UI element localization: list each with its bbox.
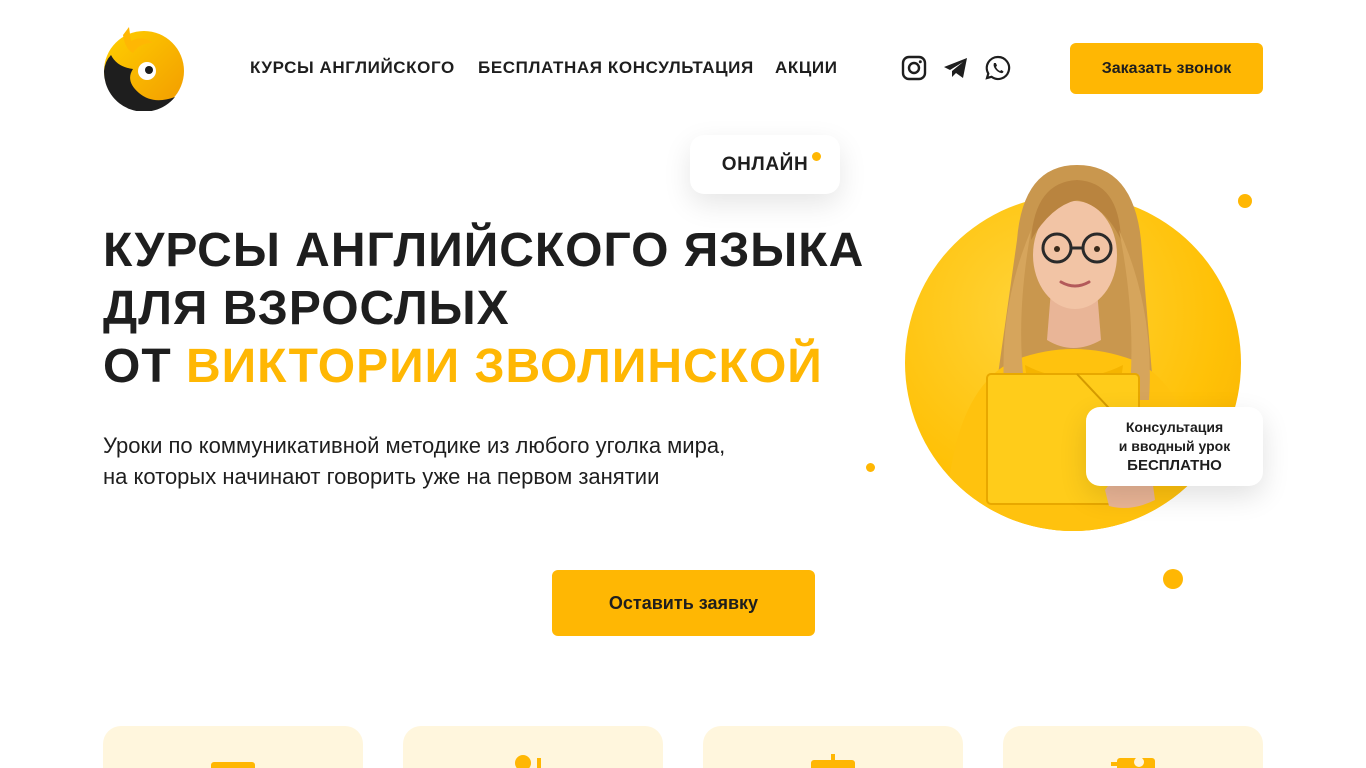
logo[interactable]: [103, 27, 185, 111]
free-consultation-badge: Консультация и вводный урок БЕСПЛАТНО: [1086, 407, 1263, 486]
hero-subtitle-line2: на которых начинают говорить уже на перв…: [103, 464, 660, 489]
consult-line1: Консультация: [1125, 419, 1224, 435]
hero-title-line3-prefix: ОТ: [103, 340, 186, 393]
instagram-icon[interactable]: [901, 55, 927, 81]
nav-item-consultation[interactable]: БЕСПЛАТНАЯ КОНСУЛЬТАЦИЯ: [478, 58, 754, 78]
consult-line2: и вводный урок: [1118, 438, 1231, 454]
hero-title-line2: ДЛЯ ВЗРОСЛЫХ: [103, 282, 510, 335]
whatsapp-icon[interactable]: [985, 55, 1011, 81]
online-badge-label: ОНЛАЙН: [721, 153, 809, 175]
nav-item-courses[interactable]: КУРСЫ АНГЛИЙСКОГО: [250, 58, 455, 78]
online-dot: [812, 152, 821, 161]
online-badge: ОНЛАЙН: [690, 135, 840, 194]
calendar-icon: [811, 754, 855, 768]
hero-subtitle: Уроки по коммуникативной методике из люб…: [103, 430, 725, 492]
certificate-icon: [1111, 757, 1155, 768]
person-icon: [515, 755, 541, 768]
hero-title: КУРСЫ АНГЛИЙСКОГО ЯЗЫКА ДЛЯ ВЗРОСЛЫХ ОТ …: [103, 222, 864, 396]
social-links: [901, 55, 1011, 81]
feature-card: [703, 726, 963, 768]
feature-card: [1003, 726, 1263, 768]
telegram-icon[interactable]: [943, 55, 969, 81]
decor-dot: [1163, 569, 1183, 589]
decor-dot: [866, 463, 875, 472]
order-call-button[interactable]: Заказать звонок: [1070, 43, 1263, 94]
book-icon: [211, 762, 255, 768]
hero-title-line1: КУРСЫ АНГЛИЙСКОГО ЯЗЫКА: [103, 224, 865, 277]
feature-card: [403, 726, 663, 768]
hero-subtitle-line1: Уроки по коммуникативной методике из люб…: [103, 433, 726, 458]
submit-request-button[interactable]: Оставить заявку: [552, 570, 815, 636]
feature-card: [103, 726, 363, 768]
consult-line3: БЕСПЛАТНО: [1127, 457, 1222, 474]
nav-item-promotions[interactable]: АКЦИИ: [775, 58, 838, 78]
hero-title-accent: ВИКТОРИИ ЗВОЛИНСКОЙ: [186, 340, 823, 393]
